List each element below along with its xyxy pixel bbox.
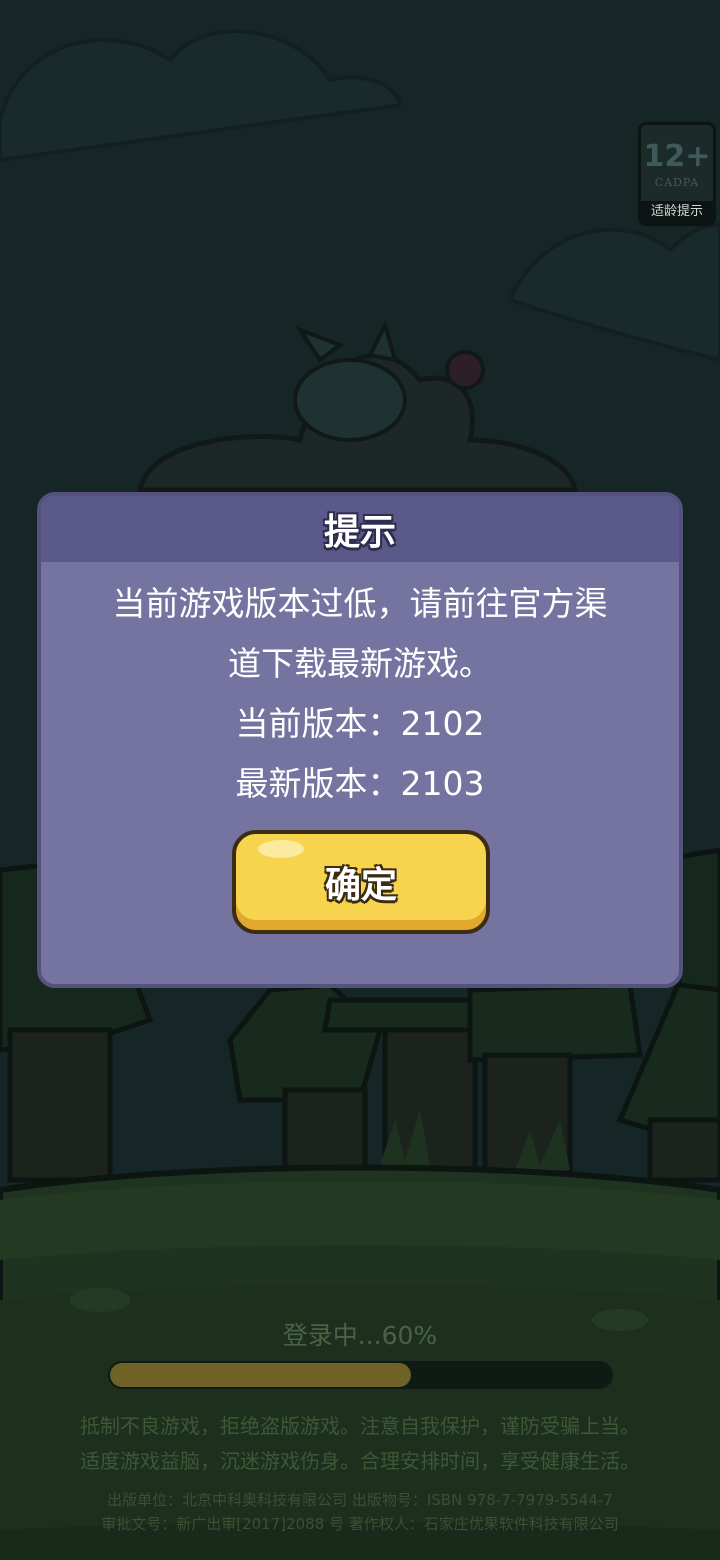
dialog-body: 当前游戏版本过低，请前往官方渠 道下载最新游戏。 当前版本：2102 最新版本：… <box>41 562 679 814</box>
age-rating-number: 12+ <box>643 139 711 174</box>
loading-progress-fill <box>110 1363 411 1387</box>
publisher-info-line1: 出版单位：北京中科奥科技有限公司 出版物号：ISBN 978-7-7979-55… <box>107 1491 613 1509</box>
health-notice-line2: 适度游戏益脑，沉迷游戏伤身。合理安排时间，享受健康生活。 <box>80 1449 640 1473</box>
current-version-text: 当前版本：2102 <box>235 704 485 743</box>
dialog-message-line2: 道下载最新游戏。 <box>228 644 492 683</box>
age-rating-badge[interactable]: 12+ CADPA 适龄提示 <box>638 122 716 226</box>
age-rating-label: 适龄提示 <box>641 201 713 223</box>
health-notice-line1: 抵制不良游戏，拒绝盗版游戏。注意自我保护，谨防受骗上当。 <box>80 1414 640 1438</box>
loading-progress-bar <box>108 1361 613 1389</box>
confirm-button-label: 确定 <box>324 865 397 906</box>
version-update-dialog: 提示 当前游戏版本过低，请前往官方渠 道下载最新游戏。 当前版本：2102 最新… <box>37 492 683 988</box>
latest-version-text: 最新版本：2103 <box>235 764 485 803</box>
age-rating-org: CADPA <box>654 176 700 189</box>
dialog-title: 提示 <box>323 512 396 553</box>
dialog-message-line1: 当前游戏版本过低，请前往官方渠 <box>112 584 608 623</box>
loading-status: 登录中...60% <box>282 1321 438 1350</box>
publisher-info-line2: 审批文号：新广出审[2017]2088 号 著作权人：石家庄优果软件科技有限公司 <box>101 1515 619 1533</box>
dialog-title-bar: 提示 <box>41 496 679 562</box>
confirm-button[interactable]: 确定 <box>232 830 490 934</box>
